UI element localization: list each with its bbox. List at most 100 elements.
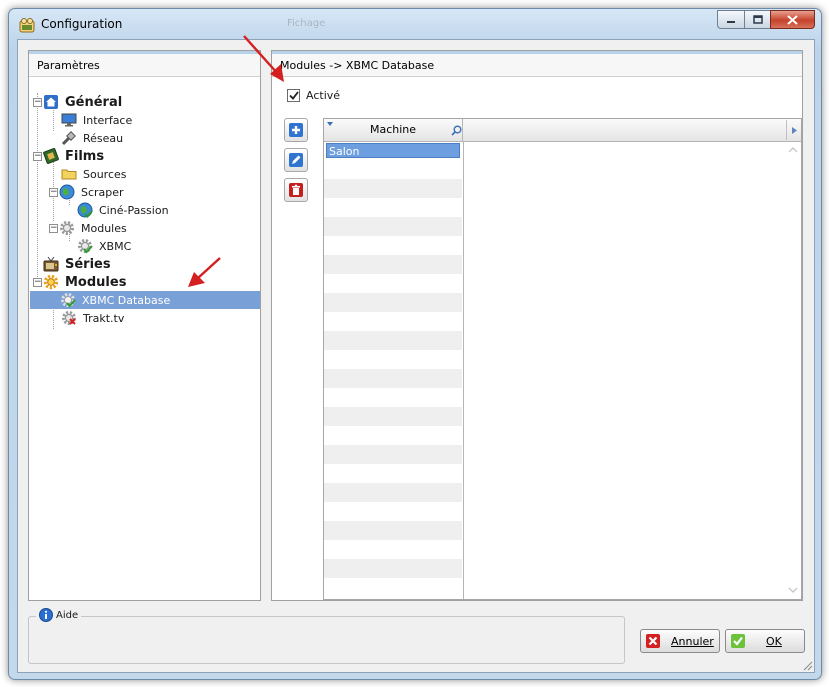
table-row bbox=[324, 217, 462, 236]
grid-column-area: Salon bbox=[324, 141, 464, 599]
configuration-window: Configuration Fichage Paramètres − Génér… bbox=[8, 8, 822, 680]
tree-label: Scraper bbox=[81, 185, 124, 199]
tree-item-scraper[interactable]: Scraper bbox=[59, 183, 126, 201]
delete-button[interactable] bbox=[284, 178, 308, 202]
ok-button[interactable]: OK bbox=[725, 629, 805, 653]
monitor-icon bbox=[61, 113, 77, 127]
info-icon bbox=[39, 608, 53, 622]
table-row bbox=[324, 198, 462, 217]
network-plug-icon bbox=[61, 131, 76, 146]
tree-item-interface[interactable]: Interface bbox=[61, 111, 134, 129]
tree-item-xbmc[interactable]: XBMC bbox=[77, 237, 133, 255]
table-row bbox=[324, 312, 462, 331]
tree-label: Sources bbox=[83, 167, 127, 181]
tree-label: Trakt.tv bbox=[83, 311, 125, 325]
table-row bbox=[324, 331, 462, 350]
tree-item-modules-films[interactable]: Modules bbox=[59, 219, 129, 237]
help-caption: Aide bbox=[36, 608, 82, 622]
tree-guide-line bbox=[37, 93, 38, 283]
folder-icon bbox=[61, 169, 77, 180]
expander-modules-films[interactable]: − bbox=[49, 224, 58, 233]
table-row bbox=[324, 293, 462, 312]
expander-films[interactable]: − bbox=[33, 152, 42, 161]
resize-grip-icon[interactable] bbox=[801, 659, 813, 671]
table-row[interactable]: Salon bbox=[324, 141, 462, 160]
scroll-up-icon[interactable] bbox=[788, 147, 798, 153]
grid-header: Machine bbox=[324, 119, 801, 142]
tree-item-reseau[interactable]: Réseau bbox=[61, 129, 125, 147]
table-row bbox=[324, 502, 462, 521]
tree-label: Séries bbox=[65, 256, 111, 272]
expander-scraper[interactable]: − bbox=[49, 188, 58, 197]
title-bar[interactable]: Configuration Fichage bbox=[9, 9, 821, 39]
help-group bbox=[28, 616, 625, 664]
scroll-right-button[interactable] bbox=[786, 120, 801, 140]
tree-item-modules[interactable]: Modules bbox=[43, 273, 128, 291]
cancel-label: Annuler bbox=[671, 634, 714, 648]
table-row bbox=[324, 483, 462, 502]
chevron-right-icon bbox=[791, 126, 797, 134]
gear-error-icon bbox=[62, 311, 76, 325]
gear-check-icon bbox=[78, 239, 93, 254]
table-row bbox=[324, 445, 462, 464]
close-button[interactable] bbox=[770, 10, 815, 29]
table-row bbox=[324, 350, 462, 369]
cancel-button[interactable]: Annuler bbox=[640, 629, 720, 653]
table-row bbox=[324, 578, 462, 597]
table-row bbox=[324, 521, 462, 540]
maximize-button[interactable] bbox=[744, 10, 770, 29]
pencil-icon bbox=[289, 153, 303, 167]
tree-item-trakt[interactable]: Trakt.tv bbox=[61, 309, 126, 327]
annotation-arrow-to-active bbox=[243, 35, 284, 82]
close-icon bbox=[787, 14, 798, 25]
checkmark-icon bbox=[288, 91, 299, 100]
trash-icon bbox=[289, 183, 303, 197]
table-row bbox=[324, 559, 462, 578]
edit-button[interactable] bbox=[284, 148, 308, 172]
expander-general[interactable]: − bbox=[33, 98, 42, 107]
tree-item-general[interactable]: Général bbox=[43, 93, 124, 111]
help-label: Aide bbox=[56, 609, 79, 621]
window-faded-title: Fichage bbox=[287, 18, 326, 29]
tree-item-xbmc-database[interactable]: XBMC Database bbox=[30, 291, 260, 309]
plus-icon bbox=[289, 123, 303, 137]
tv-icon bbox=[43, 256, 59, 272]
gear-icon bbox=[60, 221, 74, 235]
minimize-icon bbox=[727, 20, 735, 23]
expander-modules[interactable]: − bbox=[33, 278, 42, 287]
add-button[interactable] bbox=[284, 118, 308, 142]
tree-item-films[interactable]: Films bbox=[43, 147, 106, 165]
tree-label: Films bbox=[65, 148, 105, 164]
column-header-machine[interactable]: Machine bbox=[324, 119, 463, 141]
active-label: Activé bbox=[306, 89, 341, 102]
gear-check-icon bbox=[61, 293, 76, 308]
window-title: Configuration bbox=[41, 17, 123, 31]
tree-item-sources[interactable]: Sources bbox=[61, 165, 129, 183]
ok-check-icon bbox=[731, 634, 745, 648]
minimize-button[interactable] bbox=[717, 10, 744, 29]
table-row bbox=[324, 464, 462, 483]
module-settings-panel: Modules -> XBMC Database Activé Machine bbox=[271, 50, 803, 601]
vertical-scrollbar[interactable] bbox=[785, 141, 801, 599]
tree-label: Interface bbox=[83, 113, 133, 127]
table-row bbox=[324, 160, 462, 179]
active-checkbox[interactable] bbox=[287, 89, 300, 102]
machine-cell[interactable]: Salon bbox=[326, 143, 460, 158]
table-row bbox=[324, 388, 462, 407]
globe-icon bbox=[59, 184, 75, 200]
app-icon bbox=[19, 18, 35, 33]
table-row bbox=[324, 426, 462, 445]
scroll-down-icon[interactable] bbox=[788, 587, 798, 593]
maximize-icon bbox=[752, 15, 763, 24]
tree-item-series[interactable]: Séries bbox=[43, 255, 113, 273]
globe-check-icon bbox=[77, 202, 93, 218]
tree-label: Général bbox=[65, 94, 123, 110]
machine-grid[interactable]: Machine Salon bbox=[323, 118, 802, 600]
tree-item-cine-passion[interactable]: Ciné-Passion bbox=[77, 201, 171, 219]
cancel-x-icon bbox=[646, 634, 660, 648]
search-icon[interactable] bbox=[451, 125, 462, 136]
gears-icon bbox=[43, 274, 59, 290]
ok-label: OK bbox=[766, 634, 782, 648]
home-icon bbox=[44, 95, 58, 109]
tree-label: XBMC bbox=[99, 239, 132, 253]
